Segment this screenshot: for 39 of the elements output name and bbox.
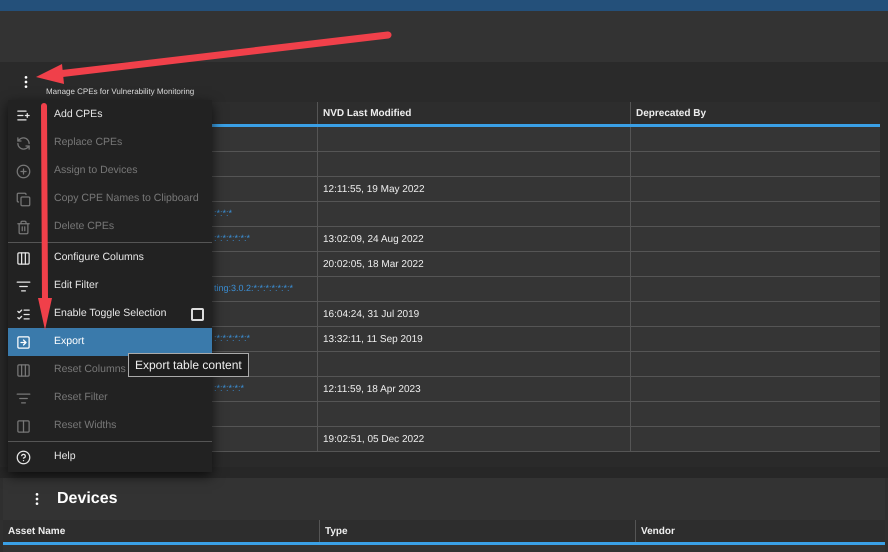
cpe-link[interactable]: ting:3.0.2:*:*:*:*:*:*:* [214,282,294,296]
menu-item[interactable]: Add CPEs [8,101,212,129]
column-header[interactable]: Asset Name [8,524,66,538]
cpe-link[interactable]: :*:*:* [214,207,232,221]
column-header[interactable]: Type [325,524,348,538]
help-icon [16,450,31,464]
column-header[interactable]: Vendor [641,524,675,538]
cpe-link[interactable]: :*:*:*:*:* [214,382,244,396]
panel-title: Devices [57,489,118,509]
table-cell-text: 13:02:09, 24 Aug 2022 [323,232,424,246]
list-plus-icon [16,108,31,122]
table-cell-text: 20:02:05, 18 Mar 2022 [323,258,424,272]
cpe-link[interactable]: :*:*:*:*:*:* [214,332,250,346]
columns-icon [16,418,31,434]
tooltip: Export table content [128,353,249,377]
export-icon [16,334,31,350]
filter-icon [16,278,31,294]
column-header[interactable]: NVD Last Modified [323,106,412,120]
table-cell-text: 12:11:55, 19 May 2022 [323,182,425,196]
menu-item[interactable]: Export [8,328,212,356]
columns-icon [16,362,31,378]
list-check-icon [16,306,31,322]
refresh-icon [16,136,31,150]
columns-icon [16,250,31,266]
filter-icon [16,390,31,406]
table-cell-text: 16:04:24, 31 Jul 2019 [323,308,420,322]
menu-item[interactable]: Help [8,443,212,471]
table-cell-text: 12:11:59, 18 Apr 2023 [323,382,421,396]
menu-item[interactable]: Edit Filter [8,272,212,300]
table-cell-text: 19:02:51, 05 Dec 2022 [323,432,424,446]
cpe-link[interactable]: :*:*:*:*:*:* [214,232,250,246]
circle-plus-icon [16,164,31,178]
menu-item[interactable]: Configure Columns [8,244,212,272]
column-header[interactable]: Deprecated By [636,106,706,120]
panel-subtitle: Manage CPEs for Vulnerability Monitoring [46,86,194,98]
copy-icon [16,192,31,206]
table-cell-text: 13:32:11, 11 Sep 2019 [323,332,423,346]
trash-icon [16,220,31,234]
checkbox[interactable] [191,308,204,320]
